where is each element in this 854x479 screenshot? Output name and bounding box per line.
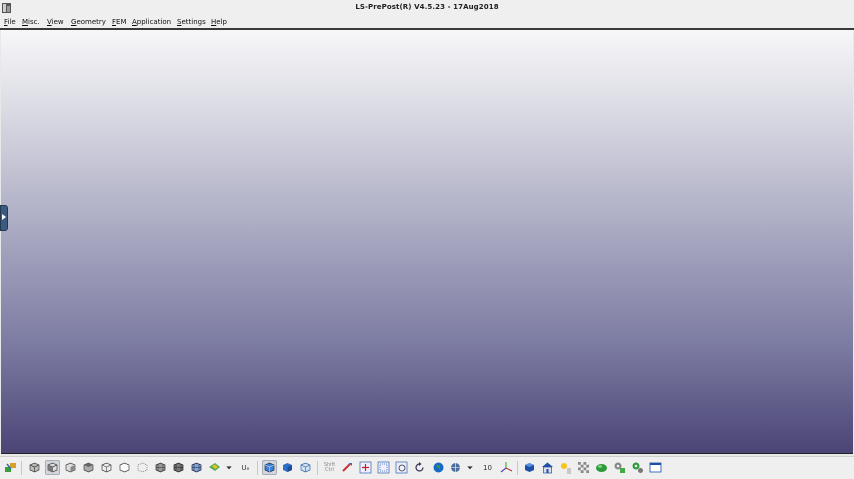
hidden-line-icon[interactable] [171, 460, 186, 475]
left-view-icon[interactable] [81, 460, 96, 475]
side-panel-toggle[interactable] [0, 205, 8, 231]
graphics-viewport[interactable] [1, 30, 853, 454]
menu-view[interactable]: View [46, 17, 65, 27]
wireframe-icon[interactable] [153, 460, 168, 475]
count-label: 10 [483, 463, 492, 472]
bottom-view-icon[interactable] [135, 460, 150, 475]
checker-icon[interactable] [576, 460, 591, 475]
back-view-icon[interactable] [63, 460, 78, 475]
toolbar-separator [21, 461, 22, 475]
menu-fem[interactable]: FEM [111, 17, 128, 27]
toolbar-separator [517, 461, 518, 475]
window-icon[interactable] [648, 460, 663, 475]
top-view-icon[interactable] [117, 460, 132, 475]
toolbar-separator [257, 461, 258, 475]
ctrl-label: Ctrl [325, 466, 334, 473]
menu-settings[interactable]: Settings [176, 17, 207, 27]
transparent-render-icon[interactable] [280, 460, 295, 475]
measure-icon[interactable] [448, 460, 463, 475]
model-tree-icon[interactable] [3, 460, 18, 475]
ue-label[interactable]: Uₑ [238, 460, 253, 475]
reset-view-icon[interactable] [412, 460, 427, 475]
globe-icon[interactable] [431, 460, 446, 475]
refresh-gear-icon[interactable] [630, 460, 645, 475]
window-title: LS-PrePost(R) V4.5.23 - 17Aug2018 [355, 3, 499, 11]
zoom-in-icon[interactable] [358, 460, 373, 475]
front-view-icon[interactable] [45, 460, 60, 475]
menu-help[interactable]: Help [210, 17, 228, 27]
fit-icon[interactable] [394, 460, 409, 475]
bottom-toolbar: Uₑ Shift Ctrl 10 [0, 456, 854, 479]
shaded-icon[interactable] [189, 460, 204, 475]
menu-geometry[interactable]: Geometry [70, 17, 107, 27]
shift-ctrl-indicator: Shift Ctrl [322, 460, 337, 475]
mesh-render-icon[interactable] [298, 460, 313, 475]
settings-gear-icon[interactable] [612, 460, 627, 475]
fringe-dropdown-icon[interactable] [224, 460, 234, 475]
axes-icon[interactable] [499, 460, 514, 475]
title-bar: LS-PrePost(R) V4.5.23 - 17Aug2018 [0, 0, 854, 16]
cube-icon[interactable] [522, 460, 537, 475]
right-view-icon[interactable] [99, 460, 114, 475]
green-sphere-icon[interactable] [594, 460, 609, 475]
expand-arrow-icon [2, 214, 6, 220]
menu-misc[interactable]: Misc. [21, 17, 41, 27]
zoom-box-icon[interactable] [376, 460, 391, 475]
light-icon[interactable] [558, 460, 573, 475]
home-icon[interactable] [540, 460, 555, 475]
iso-view-icon[interactable] [27, 460, 42, 475]
solid-render-icon[interactable] [262, 460, 277, 475]
menu-file[interactable]: File [3, 17, 17, 27]
measure-dropdown-icon[interactable] [465, 460, 475, 475]
rotate-icon[interactable] [340, 460, 355, 475]
fringe-icon[interactable] [207, 460, 222, 475]
menu-application[interactable]: Application [131, 17, 172, 27]
toolbar-separator [317, 461, 318, 475]
